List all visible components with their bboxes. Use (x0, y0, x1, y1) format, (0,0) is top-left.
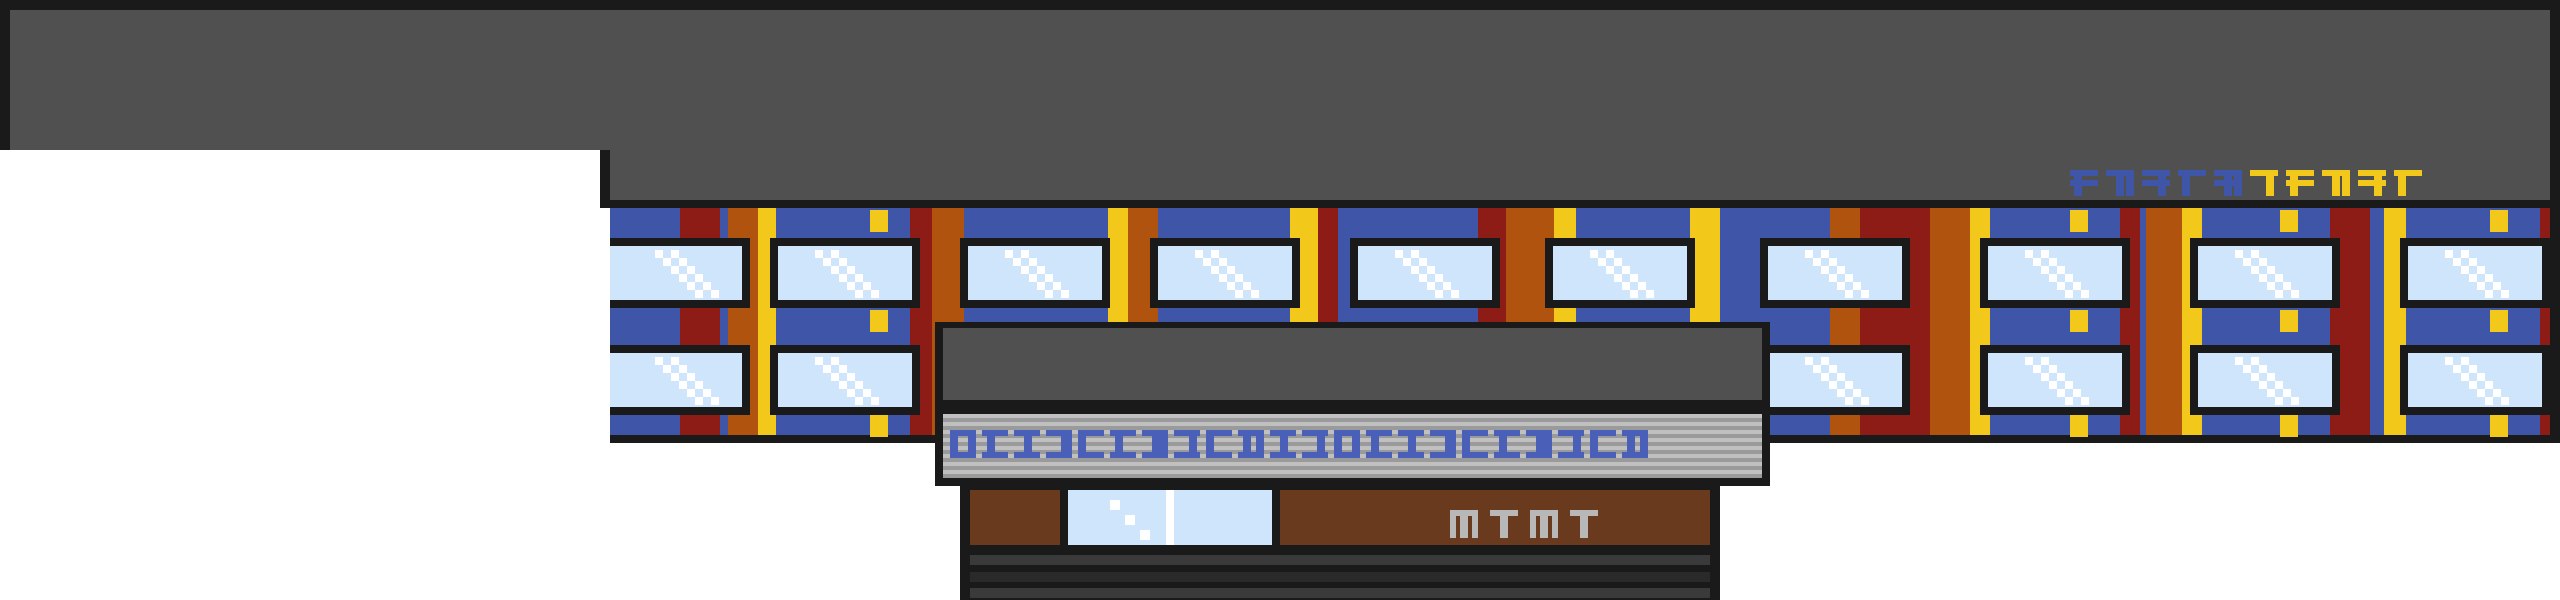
window (770, 345, 920, 415)
window (2400, 238, 2550, 308)
window (610, 238, 750, 308)
game-scene (0, 0, 2560, 600)
facade-accent (2070, 310, 2088, 332)
window (2400, 345, 2550, 415)
facade-pillar (2146, 208, 2182, 435)
window (770, 238, 920, 308)
window (1760, 238, 1910, 308)
storefront-glyph (1530, 510, 1558, 538)
window (1150, 238, 1300, 308)
facade-accent (2490, 415, 2508, 437)
storefront-door (1060, 484, 1280, 554)
entrance-canopy (935, 322, 1770, 410)
window (2190, 345, 2340, 415)
window (1350, 238, 1500, 308)
facade-pillar (1930, 208, 1970, 435)
window (960, 238, 1110, 308)
facade-accent (2490, 310, 2508, 332)
facade-accent (870, 210, 888, 232)
window (1545, 238, 1695, 308)
window (610, 345, 750, 415)
window (1760, 345, 1910, 415)
facade-accent (2070, 210, 2088, 232)
facade-accent (870, 310, 888, 332)
facade-accent (870, 415, 888, 437)
entrance-sign (935, 408, 1770, 486)
entrance-steps (960, 545, 1720, 600)
facade-accent (2280, 310, 2298, 332)
storefront (960, 484, 1720, 554)
window (1980, 345, 2130, 415)
facade-accent (2070, 415, 2088, 437)
storefront-glyph (1450, 510, 1478, 538)
facade-accent (2280, 415, 2298, 437)
window (1980, 238, 2130, 308)
facade-accent (1300, 210, 1318, 232)
facade-accent (2280, 210, 2298, 232)
window (2190, 238, 2340, 308)
facade-pillar (2370, 208, 2384, 435)
facade-accent (2490, 210, 2508, 232)
